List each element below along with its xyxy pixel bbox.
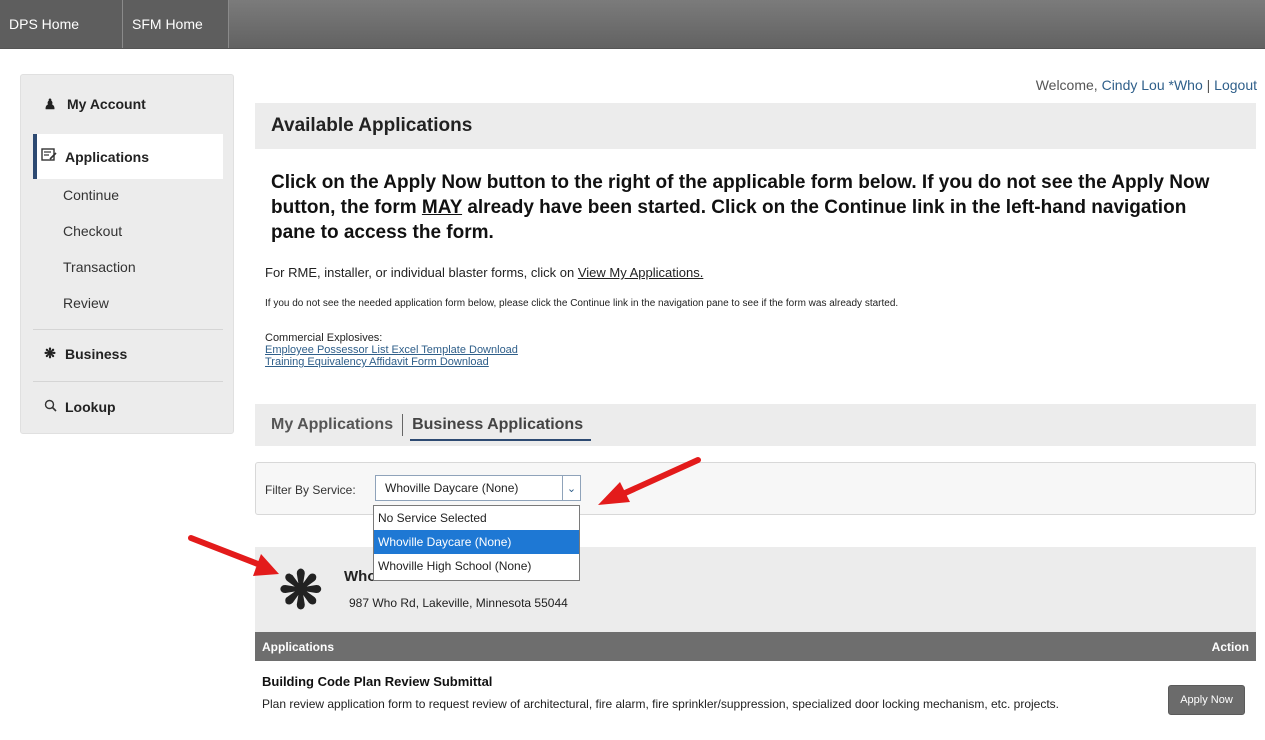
- welcome-bar: Welcome, Cindy Lou *Who | Logout: [1036, 77, 1257, 93]
- commercial-label: Commercial Explosives:: [265, 332, 383, 344]
- business-address: 987 Who Rd, Lakeville, Minnesota 55044: [349, 596, 568, 610]
- dropdown-option[interactable]: No Service Selected: [374, 506, 579, 530]
- sidebar-item-label: Applications: [65, 148, 150, 165]
- tab-my-applications[interactable]: My Applications: [271, 416, 393, 434]
- dropdown-option-selected[interactable]: Whoville Daycare (None): [374, 530, 579, 554]
- tab-bar: My Applications Business Applications: [255, 404, 1256, 446]
- notice-text: If you do not see the needed application…: [265, 298, 899, 309]
- tab-separator: [402, 414, 404, 436]
- dropdown-option[interactable]: Whoville High School (None): [374, 554, 579, 578]
- rme-label: For RME, installer, or individual blaste…: [265, 265, 578, 280]
- page-title: Available Applications: [255, 103, 1256, 149]
- column-header-applications: Applications: [262, 639, 335, 654]
- welcome-separator: |: [1202, 77, 1215, 93]
- chevron-down-icon[interactable]: ⌄: [562, 476, 580, 500]
- rme-text: For RME, installer, or individual blaste…: [265, 265, 703, 280]
- column-header-action: Action: [1211, 639, 1249, 654]
- welcome-prefix: Welcome,: [1035, 77, 1102, 93]
- application-description: Plan review application form to request …: [262, 697, 1060, 711]
- person-icon: ♟: [43, 95, 57, 112]
- asterisk-icon: ❋: [44, 345, 56, 361]
- employee-possessor-link[interactable]: Employee Possessor List Excel Template D…: [265, 344, 518, 356]
- sidebar-item-label: Lookup: [65, 399, 116, 415]
- nav-sfm-home[interactable]: SFM Home: [123, 0, 229, 48]
- service-select-value: Whoville Daycare (None): [385, 481, 519, 495]
- logout-link[interactable]: Logout: [1214, 77, 1257, 93]
- asterisk-icon: ❋: [279, 562, 323, 620]
- sidebar-subitem-continue[interactable]: Continue: [63, 187, 119, 203]
- instructions: Click on the Apply Now button to the rig…: [271, 170, 1231, 245]
- service-select[interactable]: Whoville Daycare (None) ⌄: [375, 475, 581, 501]
- sidebar-subitem-checkout[interactable]: Checkout: [63, 223, 122, 239]
- sidebar-item-business[interactable]: ❋ Business: [41, 345, 127, 362]
- filter-label: Filter By Service:: [265, 483, 356, 497]
- training-equivalency-link[interactable]: Training Equivalency Affidavit Form Down…: [265, 356, 518, 368]
- user-name-link[interactable]: Cindy Lou *Who: [1102, 77, 1203, 93]
- business-name: Who: [344, 568, 377, 585]
- divider: [33, 329, 223, 330]
- top-nav: DPS Home SFM Home: [0, 0, 1265, 48]
- view-my-applications-link[interactable]: View My Applications.: [578, 265, 704, 280]
- nav-dps-home[interactable]: DPS Home: [0, 0, 123, 48]
- top-navbar: DPS Home SFM Home: [0, 0, 1265, 49]
- sidebar-item-my-account[interactable]: ♟ My Account: [21, 75, 233, 133]
- sidebar-subitem-review[interactable]: Review: [63, 295, 109, 311]
- sidebar-item-applications[interactable]: Applications: [33, 134, 223, 179]
- tab-business-applications[interactable]: Business Applications: [410, 416, 592, 441]
- commercial-explosives: Commercial Explosives: Employee Possesso…: [265, 332, 518, 368]
- application-title: Building Code Plan Review Submittal: [262, 674, 493, 689]
- instructions-may: MAY: [421, 197, 463, 218]
- apply-now-button[interactable]: Apply Now: [1168, 685, 1245, 715]
- service-dropdown: No Service Selected Whoville Daycare (No…: [373, 505, 580, 581]
- sidebar-item-label: Business: [65, 345, 128, 362]
- search-icon: [41, 399, 59, 415]
- divider: [33, 381, 223, 382]
- sidebar-item-label: My Account: [67, 96, 146, 112]
- sidebar: ♟ My Account Applications Continue Check…: [20, 74, 234, 434]
- sidebar-subitem-transaction[interactable]: Transaction: [63, 259, 136, 275]
- edit-document-icon: [41, 148, 59, 165]
- applications-table-header: Applications Action: [255, 632, 1256, 661]
- sidebar-item-lookup[interactable]: Lookup: [41, 399, 116, 415]
